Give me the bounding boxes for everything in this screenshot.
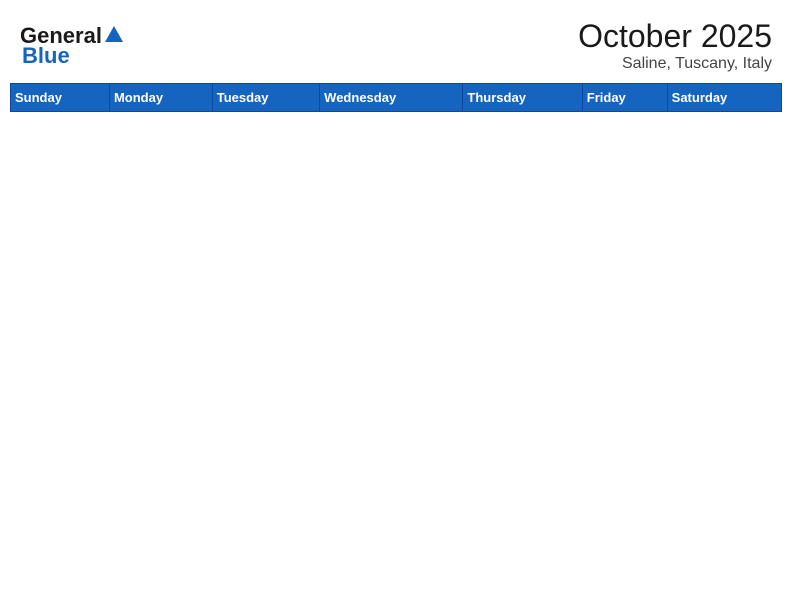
calendar-subtitle: Saline, Tuscany, Italy	[578, 55, 772, 73]
calendar-title: October 2025	[578, 18, 772, 55]
header-monday: Monday	[109, 84, 212, 112]
header-sunday: Sunday	[11, 84, 110, 112]
header-tuesday: Tuesday	[212, 84, 319, 112]
calendar-table: Sunday Monday Tuesday Wednesday Thursday…	[10, 83, 782, 112]
header-friday: Friday	[582, 84, 667, 112]
header-wednesday: Wednesday	[320, 84, 463, 112]
calendar-header-row: Sunday Monday Tuesday Wednesday Thursday…	[11, 84, 782, 112]
header-saturday: Saturday	[667, 84, 781, 112]
header-thursday: Thursday	[463, 84, 582, 112]
page-header: General Blue October 2025 Saline, Tuscan…	[10, 10, 782, 77]
logo-icon	[103, 24, 125, 46]
title-block: October 2025 Saline, Tuscany, Italy	[578, 18, 772, 73]
logo-blue-text: Blue	[22, 43, 70, 68]
logo: General Blue	[20, 23, 125, 69]
